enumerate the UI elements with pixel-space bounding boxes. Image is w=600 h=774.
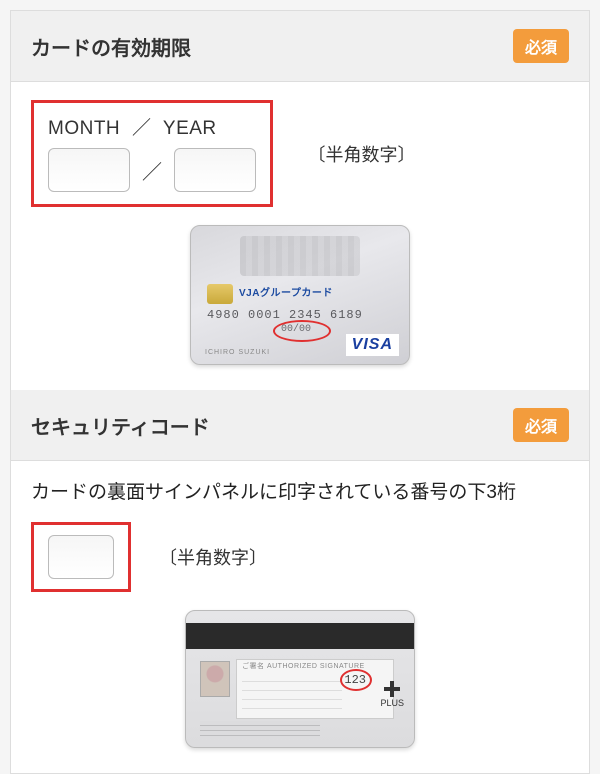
month-label: MONTH [48,118,120,139]
expiry-input-row: ／ [48,148,256,192]
year-label: YEAR [163,118,217,139]
credit-card-front-icon: VJAグループカード 4980 0001 2345 6189 00/00 ICH… [190,225,410,365]
expiry-labels: MONTH ／ YEAR [48,113,256,140]
expiry-circle-highlight-icon [273,320,331,342]
cardholder-photo-icon [200,661,230,697]
security-hint: 〔半角数字〕 [159,544,267,570]
chip-icon [207,284,233,304]
required-badge: 必須 [513,408,569,442]
expiry-year-input[interactable] [174,148,256,192]
auth-signature-label: ご署名 AUTHORIZED SIGNATURE [242,661,365,671]
security-description: カードの裏面サインパネルに印字されている番号の下3桁 [31,479,569,508]
expiry-section-body: MONTH ／ YEAR ／ 〔半角数字〕 VJAグループカード 4980 00… [11,82,589,390]
security-code-input[interactable] [48,535,114,579]
security-highlight [31,522,131,592]
expiry-month-input[interactable] [48,148,130,192]
card-holder-sample: ICHIRO SUZUKI [205,349,270,356]
label-separator: ／ [132,118,152,139]
plus-network-logo-icon: PLUS [380,681,404,708]
security-title: セキュリティコード [31,411,210,440]
security-section-header: セキュリティコード 必須 [11,390,589,461]
visa-logo-icon: VISA [346,334,399,356]
magstripe-icon [186,623,414,649]
expiry-section-header: カードの有効期限 必須 [11,11,589,82]
payment-form: カードの有効期限 必須 MONTH ／ YEAR ／ 〔半角数字〕 VJAグルー… [10,10,590,774]
input-separator: ／ [142,156,162,185]
expiry-title: カードの有効期限 [31,32,191,61]
card-number-sample: 4980 0001 2345 6189 [207,308,363,322]
card-brand-text: VJAグループカード [239,284,333,299]
required-badge: 必須 [513,29,569,63]
card-back-illustration: ご署名 AUTHORIZED SIGNATURE 123 PLUS [31,610,569,753]
expiry-hint: 〔半角数字〕 [307,141,415,167]
security-input-row: 〔半角数字〕 [31,522,569,592]
security-section-body: カードの裏面サインパネルに印字されている番号の下3桁 〔半角数字〕 ご署名 AU… [11,461,589,773]
card-front-illustration: VJAグループカード 4980 0001 2345 6189 00/00 ICH… [31,225,569,370]
expiry-highlight: MONTH ／ YEAR ／ [31,100,273,207]
credit-card-back-icon: ご署名 AUTHORIZED SIGNATURE 123 PLUS [185,610,415,748]
